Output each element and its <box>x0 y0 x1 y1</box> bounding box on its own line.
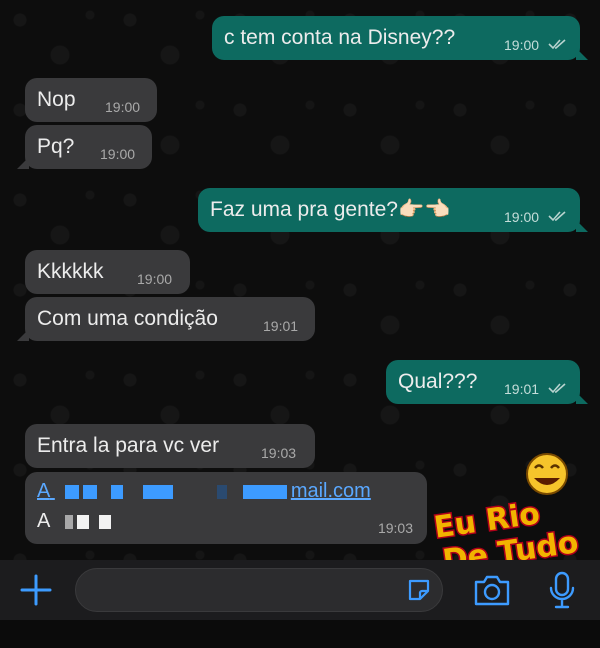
email-second-line: A <box>37 510 115 533</box>
censor-block <box>242 484 287 499</box>
message-bubble-incoming[interactable]: Com uma condição 19:01 <box>17 297 315 341</box>
message-time: 19:01 <box>504 381 540 397</box>
message-bubble-outgoing[interactable]: Qual??? 19:01 <box>386 360 588 404</box>
email-link[interactable]: A mail.com <box>37 480 371 503</box>
message-text: Nop <box>37 88 76 111</box>
microphone-icon[interactable] <box>546 570 578 610</box>
censor-block <box>64 484 79 499</box>
message-text: Com uma condição <box>37 307 218 330</box>
message-time: 19:00 <box>105 99 141 115</box>
double-check-icon <box>548 383 566 394</box>
message-time: 19:00 <box>137 271 173 287</box>
message-text: c tem conta na Disney?? <box>224 26 456 49</box>
email-domain: mail.com <box>290 480 371 502</box>
message-time: 19:00 <box>504 37 540 53</box>
censor-block <box>98 514 111 529</box>
message-bubble-outgoing[interactable]: Faz uma pra gente?👉🏻👈🏻 19:00 <box>198 188 588 232</box>
eu-rio-de-tudo-logo: Eu Rio De Tudo <box>430 453 582 576</box>
sticker-icon[interactable] <box>406 577 432 603</box>
censor-block <box>216 484 227 499</box>
message-input[interactable] <box>75 568 443 612</box>
message-text: Faz uma pra gente?👉🏻👈🏻 <box>210 198 451 221</box>
home-indicator-area <box>0 620 600 648</box>
message-bubble-incoming[interactable]: Pq? 19:00 <box>17 125 152 169</box>
message-time: 19:00 <box>100 146 136 162</box>
message-bubble-incoming[interactable]: Kkkkkk 19:00 <box>25 250 190 294</box>
message-bubble-email[interactable]: A mail.com A 19:03 <box>25 472 427 544</box>
camera-icon[interactable] <box>472 572 512 608</box>
message-text: Qual??? <box>398 370 478 393</box>
message-bubble-incoming[interactable]: Nop 19:00 <box>25 78 157 122</box>
message-time: 19:03 <box>377 520 413 536</box>
censor-block <box>76 514 89 529</box>
message-text: Pq? <box>37 135 75 158</box>
double-check-icon <box>548 39 566 50</box>
censor-block <box>110 484 123 499</box>
message-bubble-outgoing[interactable]: c tem conta na Disney?? 19:00 <box>212 16 588 60</box>
censor-block <box>142 484 173 499</box>
message-text: Entra la para vc ver <box>37 434 220 457</box>
message-text: Kkkkkk <box>37 260 104 283</box>
message-bubble-incoming[interactable]: Entra la para vc ver 19:03 <box>25 424 315 468</box>
message-time: 19:01 <box>263 318 299 334</box>
censor-block <box>64 514 73 529</box>
double-check-icon <box>548 211 566 222</box>
message-input-bar <box>0 560 600 620</box>
censor-block <box>82 484 97 499</box>
message-time: 19:00 <box>504 209 540 225</box>
plus-icon[interactable] <box>18 572 54 608</box>
message-time: 19:03 <box>261 445 297 461</box>
